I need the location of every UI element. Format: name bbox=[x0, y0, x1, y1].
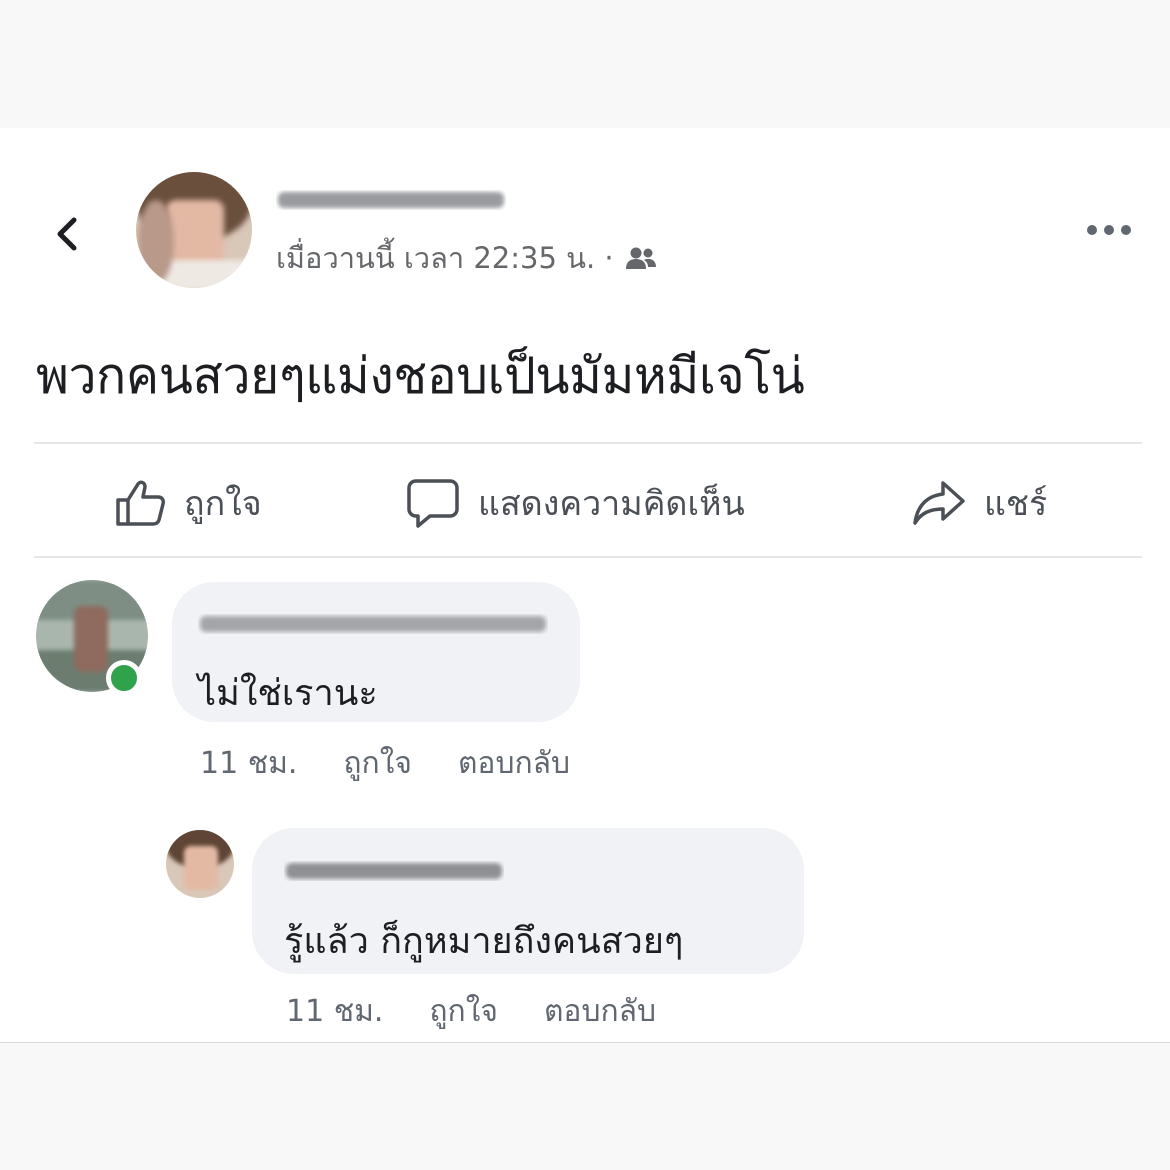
comment-like-link[interactable]: ถูกใจ bbox=[343, 740, 412, 787]
comment-icon bbox=[407, 479, 459, 528]
share-button[interactable]: แชร์ bbox=[912, 474, 1047, 532]
online-status-indicator bbox=[106, 660, 142, 696]
reply-bubble: รู้แล้ว ก็กูหมายถึงคนสวยๆ bbox=[252, 828, 804, 974]
author-name-blurred[interactable] bbox=[276, 184, 506, 214]
thumbs-up-icon bbox=[116, 480, 165, 526]
reply-reply-link[interactable]: ตอบกลับ bbox=[544, 988, 656, 1035]
comment-text: ไม่ใช่เรานะ bbox=[198, 673, 378, 714]
post-body-text: พวกคนสวยๆแม่งชอบเป็นมัมหมีเจโน่ bbox=[36, 347, 805, 405]
comment-reply-link[interactable]: ตอบกลับ bbox=[458, 740, 570, 787]
reply-author-avatar[interactable] bbox=[166, 830, 234, 898]
more-horizontal-icon[interactable] bbox=[1084, 220, 1134, 240]
like-button[interactable]: ถูกใจ bbox=[114, 474, 262, 532]
reply-meta: 11 ชม. ถูกใจ ตอบกลับ bbox=[286, 988, 656, 1035]
comment-bubble: ไม่ใช่เรานะ bbox=[172, 582, 580, 722]
share-arrow-icon bbox=[913, 481, 965, 525]
post-author-avatar[interactable] bbox=[136, 172, 252, 288]
commenter-name-blurred[interactable] bbox=[198, 606, 548, 640]
screenshot-frame: เมื่อวานนี้ เวลา 22:35 น. · พวกคนสวยๆแม่… bbox=[0, 0, 1170, 1170]
comment-time[interactable]: 11 ชม. bbox=[200, 740, 297, 787]
comment-label: แสดงความคิดเห็น bbox=[478, 484, 745, 524]
post-meta: เมื่อวานนี้ เวลา 22:35 น. · bbox=[276, 238, 658, 278]
reply-time[interactable]: 11 ชม. bbox=[286, 988, 383, 1035]
like-label: ถูกใจ bbox=[184, 484, 262, 524]
reply-like-link[interactable]: ถูกใจ bbox=[429, 988, 498, 1035]
share-label: แชร์ bbox=[984, 484, 1048, 524]
comment-button[interactable]: แสดงความคิดเห็น bbox=[406, 474, 745, 532]
comment-meta: 11 ชม. ถูกใจ ตอบกลับ bbox=[200, 740, 570, 787]
reply-text: รู้แล้ว ก็กูหมายถึงคนสวยๆ bbox=[284, 921, 684, 962]
reply-author-name-blurred[interactable] bbox=[284, 854, 504, 886]
post-timestamp[interactable]: เมื่อวานนี้ เวลา 22:35 น. · bbox=[276, 235, 614, 281]
divider bbox=[34, 556, 1142, 558]
chevron-left-icon[interactable] bbox=[48, 214, 88, 254]
friends-icon bbox=[625, 247, 656, 269]
divider bbox=[34, 442, 1142, 444]
facebook-post: เมื่อวานนี้ เวลา 22:35 น. · พวกคนสวยๆแม่… bbox=[0, 128, 1170, 1043]
